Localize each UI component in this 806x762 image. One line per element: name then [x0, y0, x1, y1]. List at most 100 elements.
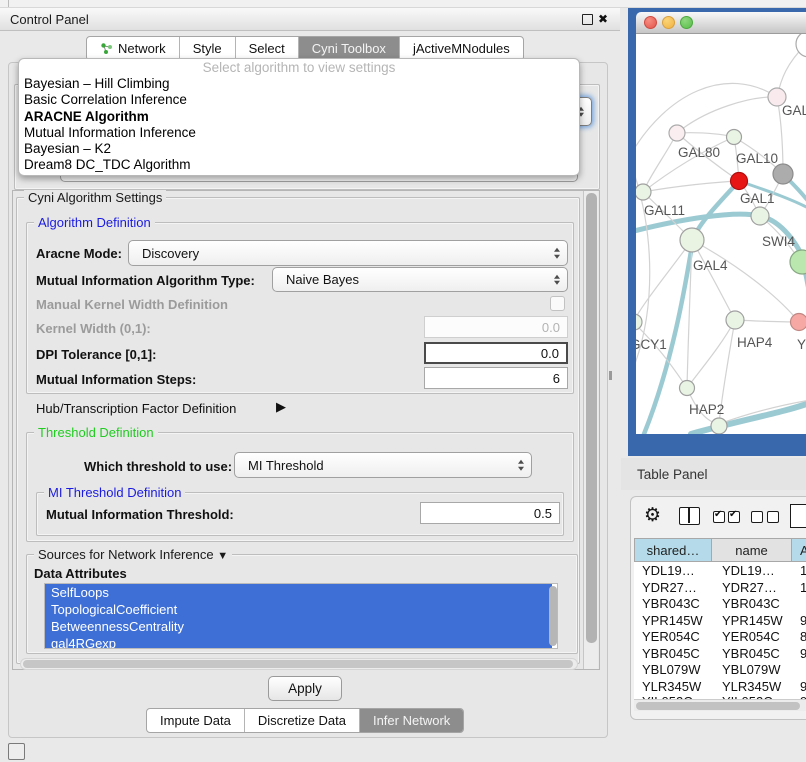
attributes-list-scrollbar-thumb[interactable] [549, 586, 557, 646]
mi-steps-label: Mutual Information Steps: [36, 372, 196, 387]
tab-discretize-data[interactable]: Discretize Data [245, 709, 360, 732]
attribute-item[interactable]: BetweennessCentrality [45, 618, 552, 635]
column-header-name[interactable]: name [712, 538, 792, 562]
aracne-mode-value: Discovery [142, 246, 199, 261]
gear-icon[interactable]: ⚙ [644, 505, 661, 527]
tab-infer-network[interactable]: Infer Network [360, 709, 463, 732]
manual-kernel-checkbox[interactable] [550, 296, 565, 311]
unchecked-box-icon[interactable] [751, 511, 763, 523]
data-attributes-list: SelfLoops TopologicalCoefficient Between… [44, 583, 558, 649]
mi-type-combo[interactable]: Naive Bayes [272, 267, 568, 292]
node-gal11[interactable] [636, 184, 651, 200]
control-panel-title: Control Panel [10, 12, 89, 27]
panel-divider-handle[interactable] [609, 371, 612, 380]
node-bottom[interactable] [711, 418, 727, 434]
node-label: GAL4 [693, 258, 728, 273]
restore-panel-button[interactable] [8, 743, 25, 760]
network-window-titlebar[interactable] [636, 12, 806, 34]
unchecked-box-icon[interactable] [767, 511, 779, 523]
table-panel-titlebar: Table Panel [621, 458, 806, 490]
mi-threshold-label: Mutual Information Threshold: [46, 507, 234, 522]
column-browser-icon[interactable] [679, 507, 700, 525]
node-gal4[interactable] [680, 228, 704, 252]
tab-style-label: Style [193, 41, 222, 56]
table-hscrollbar[interactable] [634, 699, 806, 711]
column-header-label: name [735, 543, 768, 558]
apply-button-label: Apply [288, 681, 322, 696]
tab-select[interactable]: Select [236, 37, 299, 60]
document-icon[interactable] [790, 504, 806, 528]
hub-expander-arrow-icon[interactable]: ▶ [276, 399, 286, 415]
column-header-label: shared… [647, 543, 700, 558]
mi-steps-input[interactable]: 6 [424, 367, 568, 389]
column-header-shared-name[interactable]: shared… [634, 538, 712, 562]
mi-type-label: Mutual Information Algorithm Type: [36, 273, 255, 288]
attribute-item[interactable]: gal4RGexp [45, 635, 552, 649]
dropdown-item[interactable]: Bayesian – Hill Climbing [19, 76, 579, 92]
cyni-algorithm-settings-title: Cyni Algorithm Settings [24, 190, 166, 205]
mi-threshold-input[interactable]: 0.5 [420, 502, 560, 524]
window-close-button[interactable] [644, 16, 657, 29]
window-minimize-button[interactable] [662, 16, 675, 29]
table-panel-title: Table Panel [637, 467, 708, 482]
node-hap4[interactable] [726, 311, 744, 329]
table-body: YDL19…YDL19…13 YDR27…YDR27…12 YBR043CYBR… [634, 562, 806, 699]
node-gal1-red[interactable] [731, 173, 748, 190]
settings-vscrollbar[interactable] [583, 191, 598, 669]
close-panel-icon[interactable]: ✖ [598, 13, 608, 25]
node-labels: GAL GAL80 GAL10 GAL1 GAL11 SWI4 GAL4 GCY… [636, 103, 806, 417]
kernel-width-input[interactable]: 0.0 [424, 316, 568, 338]
network-canvas[interactable]: GAL GAL80 GAL10 GAL1 GAL11 SWI4 GAL4 GCY… [636, 34, 806, 434]
node-label: GAL11 [644, 203, 685, 218]
node-big-green[interactable] [790, 250, 806, 274]
sources-collapse-arrow-icon[interactable]: ▼ [217, 550, 228, 562]
attribute-item[interactable]: TopologicalCoefficient [45, 601, 552, 618]
dropdown-item[interactable]: Bayesian – K2 [19, 141, 579, 157]
window-zoom-button[interactable] [680, 16, 693, 29]
checked-box-icon[interactable]: ✔ [728, 511, 740, 523]
node-hap2[interactable] [680, 381, 695, 396]
aracne-mode-combo[interactable]: Discovery [128, 240, 568, 266]
dropdown-item[interactable]: Dream8 DC_TDC Algorithm [19, 157, 579, 173]
float-panel-icon[interactable] [582, 14, 593, 25]
tab-jactivemnodules[interactable]: jActiveMNodules [400, 37, 523, 60]
settings-vscrollbar-thumb[interactable] [586, 193, 597, 643]
which-threshold-label: Which threshold to use: [84, 459, 232, 474]
settings-hscrollbar-thumb[interactable] [23, 660, 573, 668]
tab-impute-data[interactable]: Impute Data [147, 709, 245, 732]
algorithm-definition-title: Algorithm Definition [34, 215, 155, 230]
aracne-mode-label: Aracne Mode: [36, 246, 122, 261]
node-label: SWI4 [762, 234, 795, 249]
node-gal80[interactable] [669, 125, 685, 141]
hub-definition-expander-label[interactable]: Hub/Transcription Factor Definition [36, 401, 236, 416]
node-label: GAL [782, 103, 806, 118]
node-gal10[interactable] [727, 130, 742, 145]
column-header-partial[interactable]: A [792, 538, 806, 562]
tab-impute-data-label: Impute Data [160, 713, 231, 728]
dpi-tolerance-input[interactable]: 0.0 [424, 342, 568, 364]
dropdown-placeholder: Select algorithm to view settings [19, 59, 579, 76]
tab-cyni-toolbox[interactable]: Cyni Toolbox [299, 37, 400, 60]
tab-discretize-data-label: Discretize Data [258, 713, 346, 728]
control-panel-titlebar: Control Panel [0, 8, 620, 31]
tab-style[interactable]: Style [180, 37, 236, 60]
node-swi4[interactable] [751, 207, 769, 225]
node-gcy1[interactable] [636, 314, 642, 330]
settings-hscrollbar[interactable] [20, 658, 578, 670]
dropdown-item-selected[interactable]: ARACNE Algorithm [19, 109, 579, 125]
mi-threshold-group-title: MI Threshold Definition [44, 485, 185, 500]
checked-box-icon[interactable]: ✔ [713, 511, 725, 523]
tab-network[interactable]: Network [87, 37, 180, 60]
which-threshold-combo[interactable]: MI Threshold [234, 452, 532, 478]
dpi-tolerance-value: 0.0 [541, 346, 559, 361]
node-label: HAP4 [737, 335, 773, 350]
network-icon [100, 42, 113, 55]
top-strip-divider [8, 0, 9, 7]
node-gray[interactable] [773, 164, 793, 184]
node-salmon[interactable] [791, 314, 806, 331]
apply-button[interactable]: Apply [268, 676, 342, 701]
table-hscrollbar-thumb[interactable] [636, 702, 800, 710]
attribute-item[interactable]: SelfLoops [45, 584, 552, 601]
dropdown-item[interactable]: Basic Correlation Inference [19, 92, 579, 108]
dropdown-item[interactable]: Mutual Information Inference [19, 125, 579, 141]
